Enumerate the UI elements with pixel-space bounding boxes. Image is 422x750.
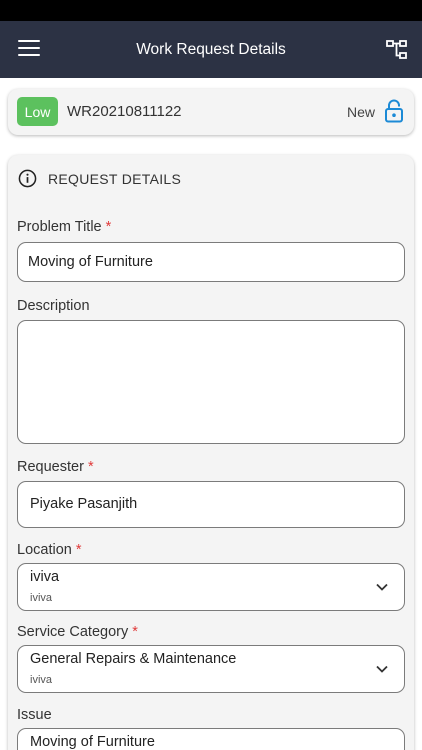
issue-select[interactable]: Moving of Furniture <box>17 728 405 750</box>
hamburger-menu-icon[interactable] <box>18 40 40 58</box>
problem-title-label: Problem Title * <box>17 219 112 235</box>
requester-label: Requester * <box>17 459 94 475</box>
description-field[interactable] <box>17 320 405 444</box>
required-mark: * <box>132 624 138 640</box>
app-bar: Work Request Details <box>0 21 422 78</box>
location-select[interactable]: iviva iviva <box>17 563 405 611</box>
required-mark: * <box>105 219 112 235</box>
required-mark: * <box>87 459 94 475</box>
problem-title-value: Moving of Furniture <box>28 254 153 270</box>
request-details-card: REQUEST DETAILS Problem Title * Moving o… <box>8 155 414 750</box>
section-title: REQUEST DETAILS <box>48 170 182 187</box>
status-bar <box>0 0 422 21</box>
unlock-icon[interactable] <box>384 99 404 123</box>
location-label: Location * <box>17 542 82 558</box>
location-value: iviva <box>30 569 60 585</box>
service-category-select[interactable]: General Repairs & Maintenance iviva <box>17 645 405 693</box>
location-sub: iviva <box>30 592 53 604</box>
service-category-sub: iviva <box>30 674 53 686</box>
request-number: WR20210811122 <box>67 103 182 120</box>
problem-title-field[interactable]: Moving of Furniture <box>17 242 405 282</box>
status-label: New <box>346 104 375 120</box>
issue-value: Moving of Furniture <box>30 734 155 750</box>
service-category-value: General Repairs & Maintenance <box>30 651 237 667</box>
hierarchy-tree-icon[interactable] <box>386 39 408 61</box>
page-title: Work Request Details <box>136 40 286 58</box>
section-header: REQUEST DETAILS <box>18 169 181 188</box>
work-request-summary: Low WR20210811122 New <box>8 89 414 135</box>
chevron-down-icon <box>376 665 388 673</box>
priority-badge: Low <box>17 97 58 126</box>
chevron-down-icon <box>376 583 388 591</box>
requester-field[interactable]: Piyake Pasanjith <box>17 481 405 528</box>
service-category-label: Service Category * <box>17 624 138 640</box>
info-icon <box>18 169 37 188</box>
issue-label: Issue <box>17 707 52 723</box>
required-mark: * <box>75 542 82 558</box>
requester-value: Piyake Pasanjith <box>30 496 138 512</box>
description-label: Description <box>17 298 90 314</box>
